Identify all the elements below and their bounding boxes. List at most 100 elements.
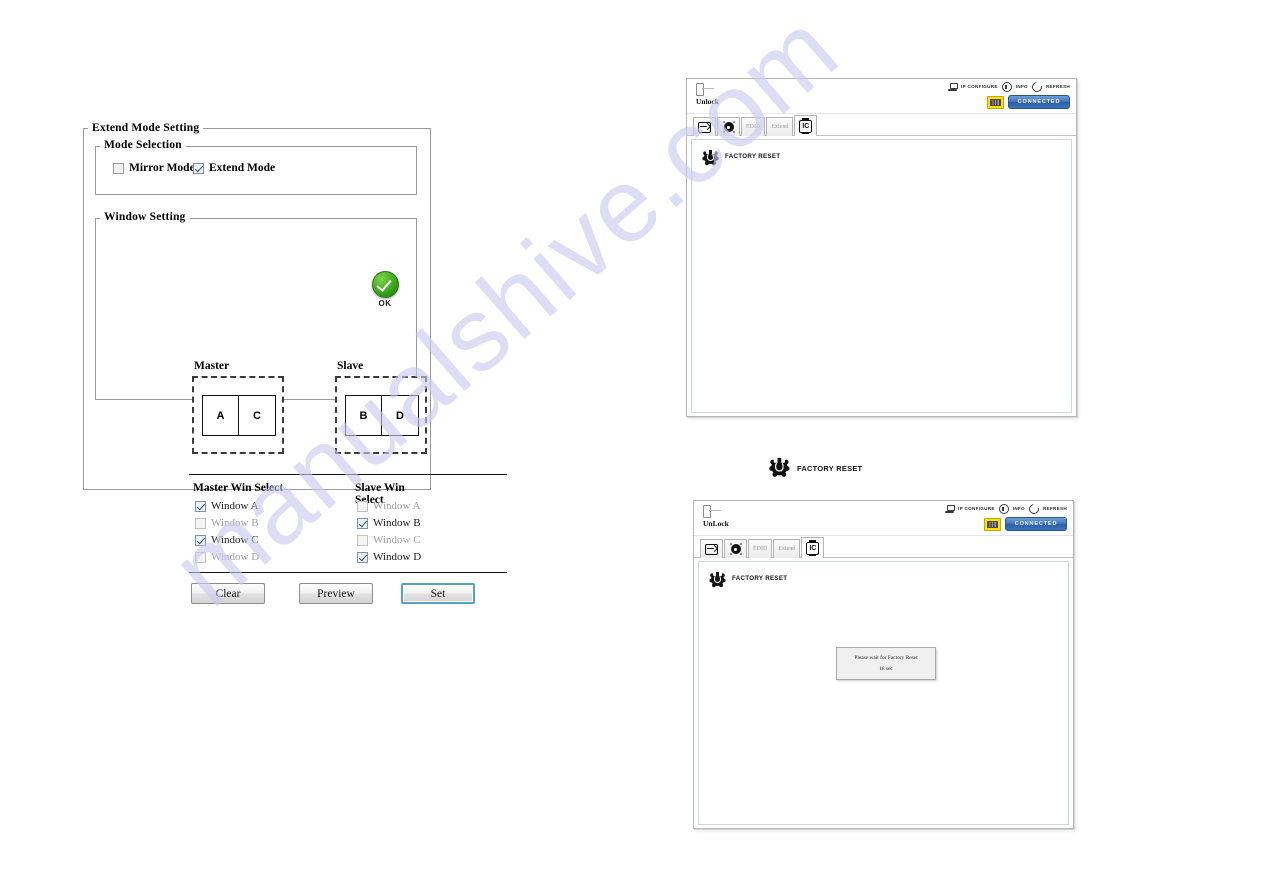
checkbox-slave-window-b[interactable]: Window B <box>357 517 421 529</box>
info-label[interactable]: INFO <box>1016 84 1028 90</box>
app-header-right: IP CONFIGURE INFO REFRESH CONNECTED <box>945 502 1067 531</box>
master-window-b-checkbox-box[interactable] <box>195 517 206 529</box>
slave-window-d-checkbox-box[interactable] <box>357 551 368 563</box>
header-action-group: IP CONFIGURE INFO REFRESH <box>948 80 1070 94</box>
slave-window-cell-b: B <box>345 395 382 436</box>
slave-window-cell-d: D <box>382 395 419 436</box>
factory-reset-row[interactable]: FACTORY RESET <box>710 570 788 586</box>
tab-edid[interactable]: EDID <box>748 539 773 558</box>
tab-extend[interactable]: Extend <box>773 539 801 558</box>
master-window-d-checkbox-box[interactable] <box>195 551 206 563</box>
app-header: Unlock IP CONFIGURE INFO REFRESH CONNECT… <box>687 79 1076 114</box>
checkbox-mirror-mode[interactable]: Mirror Mode <box>113 162 195 174</box>
slave-window-cells: B D <box>345 395 419 436</box>
mode-selection-title: Mode Selection <box>100 139 186 151</box>
tab-strip: EDID Extend IC <box>687 114 1076 137</box>
tab-ic[interactable]: IC <box>794 115 818 137</box>
app-header-right: IP CONFIGURE INFO REFRESH CONNECTED <box>948 80 1070 109</box>
master-window-a-label: Window A <box>211 500 259 512</box>
tab-extend[interactable]: Extend <box>766 117 794 136</box>
keypad-icon[interactable] <box>984 517 1001 531</box>
gear-icon <box>729 543 742 556</box>
master-window-c-label: Window C <box>211 534 259 546</box>
master-screen-diagram: A C <box>192 376 284 454</box>
factory-reset-row[interactable]: FACTORY RESET <box>703 148 781 164</box>
checkbox-extend-mode[interactable]: Extend Mode <box>193 162 275 174</box>
slave-window-b-label: Window B <box>373 517 421 529</box>
ip-configure-icon[interactable] <box>948 83 959 91</box>
divider-above-win-select <box>189 474 507 475</box>
gear-icon <box>722 121 735 134</box>
checkbox-master-window-b[interactable]: Window B <box>195 517 259 529</box>
factory-reset-label: FACTORY RESET <box>725 153 781 160</box>
ip-configure-label[interactable]: IP CONFIGURE <box>961 84 998 90</box>
mirror-mode-checkbox-box[interactable] <box>113 162 124 174</box>
info-icon[interactable] <box>1001 82 1012 92</box>
ip-configure-label[interactable]: IP CONFIGURE <box>958 506 995 512</box>
connected-button[interactable]: CONNECTED <box>1005 517 1067 531</box>
ic-chip-icon: IC <box>806 540 820 556</box>
lock-status-label: Unlock <box>696 97 719 106</box>
lock-status-label: UnLock <box>703 519 729 528</box>
tab-settings[interactable] <box>717 117 740 136</box>
slave-window-d-label: Window D <box>373 551 422 563</box>
window-setting-frame <box>95 218 417 400</box>
master-window-c-checkbox-box[interactable] <box>195 534 206 546</box>
app-window-factory-reset-idle: Unlock IP CONFIGURE INFO REFRESH CONNECT… <box>686 78 1077 417</box>
wait-dialog-message: Please wait for Factory Reset <box>854 655 918 661</box>
checkbox-master-window-a[interactable]: Window A <box>195 500 259 512</box>
master-window-b-label: Window B <box>211 517 259 529</box>
tab-edid[interactable]: EDID <box>741 117 766 136</box>
extend-mode-setting-title: Extend Mode Setting <box>88 122 204 134</box>
refresh-icon[interactable] <box>1026 502 1041 516</box>
lock-status[interactable]: UnLock <box>703 505 729 528</box>
tab-content-ic: FACTORY RESET <box>687 136 1076 416</box>
checkbox-master-window-d[interactable]: Window D <box>195 551 259 563</box>
tab-input-select[interactable] <box>700 539 723 558</box>
factory-reset-label: FACTORY RESET <box>732 575 788 582</box>
master-win-select-title: Master Win Select <box>193 482 284 494</box>
master-window-d-label: Window D <box>211 551 260 563</box>
extend-mode-checkbox-box[interactable] <box>193 162 204 174</box>
refresh-icon[interactable] <box>1029 80 1044 94</box>
ip-configure-icon[interactable] <box>945 505 956 513</box>
slave-window-c-checkbox-box[interactable] <box>357 534 368 546</box>
info-label[interactable]: INFO <box>1013 506 1025 512</box>
factory-reset-icon <box>710 570 725 586</box>
connection-group: CONNECTED <box>948 95 1070 109</box>
slave-diagram-title: Slave <box>337 360 364 372</box>
checkbox-slave-window-a[interactable]: Window A <box>357 500 421 512</box>
preview-button[interactable]: Preview <box>299 583 373 604</box>
tab-settings[interactable] <box>724 539 747 558</box>
tab-ic[interactable]: IC <box>801 537 825 559</box>
refresh-label[interactable]: REFRESH <box>1046 84 1070 90</box>
connected-button[interactable]: CONNECTED <box>1008 95 1070 109</box>
info-icon[interactable] <box>998 504 1009 514</box>
divider-above-buttons <box>189 572 507 573</box>
checkbox-slave-window-c[interactable]: Window C <box>357 534 421 546</box>
refresh-label[interactable]: REFRESH <box>1043 506 1067 512</box>
checkbox-slave-window-d[interactable]: Window D <box>357 551 421 563</box>
input-select-icon <box>705 543 718 555</box>
padlock-icon <box>703 505 721 518</box>
set-button[interactable]: Set <box>401 583 475 604</box>
tab-input-select[interactable] <box>693 117 716 136</box>
slave-window-a-checkbox-box[interactable] <box>357 500 368 512</box>
slave-window-a-label: Window A <box>373 500 421 512</box>
header-action-group: IP CONFIGURE INFO REFRESH <box>945 502 1067 516</box>
factory-reset-icon <box>770 455 794 481</box>
tab-strip: EDID Extend IC <box>694 536 1073 559</box>
wait-dialog-countdown: 18 sec <box>879 666 893 672</box>
keypad-icon[interactable] <box>987 95 1004 109</box>
ic-chip-icon: IC <box>799 118 813 134</box>
clear-button[interactable]: Clear <box>191 583 265 604</box>
lock-status[interactable]: Unlock <box>696 83 719 106</box>
app-window-factory-reset-progress: UnLock IP CONFIGURE INFO REFRESH CONNECT… <box>693 500 1074 829</box>
master-window-a-checkbox-box[interactable] <box>195 500 206 512</box>
slave-window-b-checkbox-box[interactable] <box>357 517 368 529</box>
app-header: UnLock IP CONFIGURE INFO REFRESH CONNECT… <box>694 501 1073 536</box>
master-diagram-title: Master <box>194 360 230 372</box>
slave-window-c-label: Window C <box>373 534 421 546</box>
checkbox-master-window-c[interactable]: Window C <box>195 534 259 546</box>
window-setting-title: Window Setting <box>100 211 190 223</box>
